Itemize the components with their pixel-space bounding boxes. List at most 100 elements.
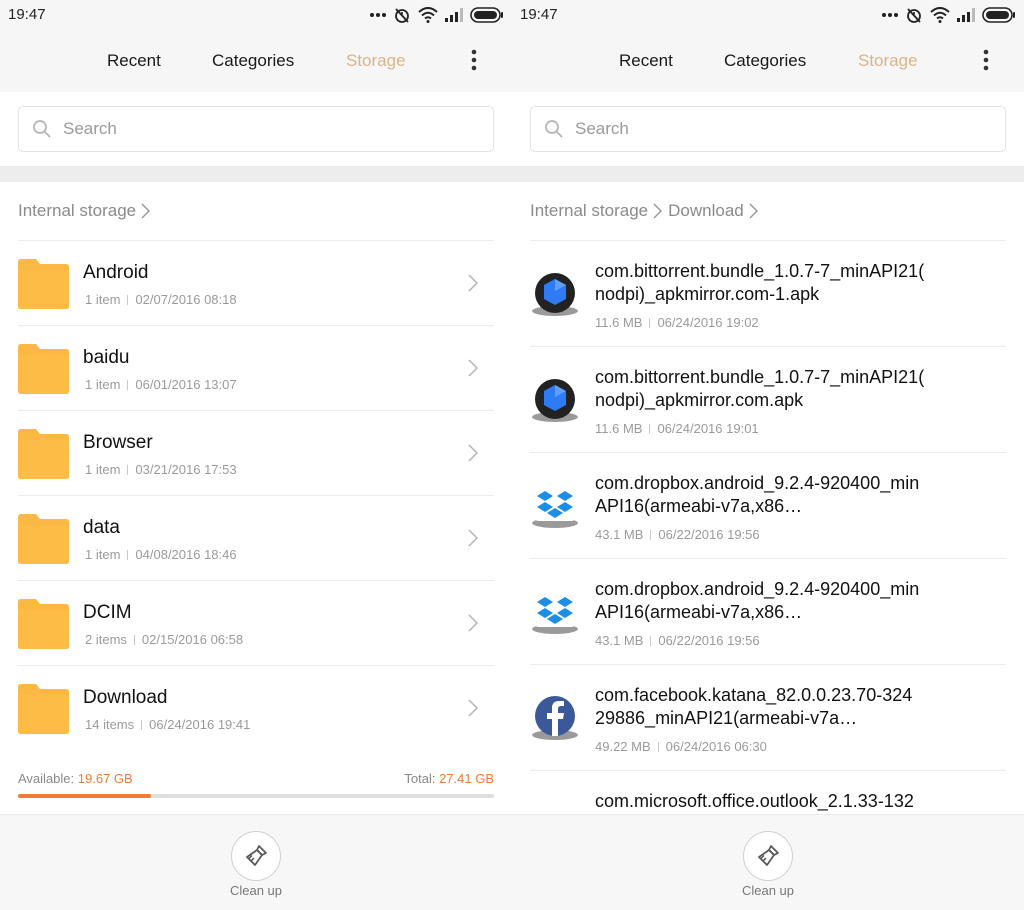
folder-name: Browser [83, 432, 153, 453]
status-time: 19:47 [520, 6, 558, 23]
file-date: 06/22/2016 19:56 [658, 633, 760, 648]
broom-icon [758, 845, 779, 866]
chevron-right-icon [468, 699, 478, 717]
folder-row-browser[interactable]: Browser 1 item 03/21/2016 17:53 [18, 411, 494, 496]
file-meta: 11.6 MB 06/24/2016 19:02 [595, 315, 759, 330]
search-input[interactable] [575, 107, 995, 151]
breadcrumb-download[interactable]: Download [668, 201, 744, 221]
folder-icon [18, 599, 69, 649]
file-name: com.dropbox.android_9.2.4-920400_min API… [595, 579, 920, 622]
file-name: com.facebook.katana_82.0.0.23.70-324 298… [595, 685, 913, 728]
file-name: com.bittorrent.bundle_1.0.7-7_minAPI21( … [595, 367, 925, 410]
facebook-icon [532, 696, 578, 740]
folder-date: 04/08/2016 18:46 [135, 547, 237, 562]
file-size: 49.22 MB [595, 739, 651, 754]
search-icon [33, 120, 51, 138]
chevron-right-icon [653, 203, 663, 219]
file-row[interactable]: com.bittorrent.bundle_1.0.7-7_minAPI21( … [530, 347, 1006, 453]
folder-icon [18, 684, 69, 734]
folder-name: Download [83, 687, 168, 708]
header: 19:47 Recent Categories Storage [0, 0, 512, 92]
tab-storage[interactable]: Storage [346, 51, 406, 71]
file-size: 43.1 MB [595, 527, 644, 542]
available-value: 19.67 GB [77, 771, 133, 786]
folder-list: Android 1 item 02/07/2016 08:18 baidu 1 i… [18, 240, 494, 751]
storage-summary: Available: 19.67 GB Total: 27.41 GB [0, 750, 512, 814]
available-label: Available: [18, 771, 75, 786]
breadcrumb: Internal storage Download [530, 200, 764, 222]
cleanup-label: Clean up [229, 883, 283, 898]
folder-row-data[interactable]: data 1 item 04/08/2016 18:46 [18, 496, 494, 581]
more-vertical-icon [471, 49, 477, 71]
chevron-right-icon [468, 614, 478, 632]
breadcrumb: Internal storage [18, 200, 156, 222]
folder-row-android[interactable]: Android 1 item 02/07/2016 08:18 [18, 241, 494, 326]
folder-row-dcim[interactable]: DCIM 2 items 02/15/2016 06:58 [18, 581, 494, 666]
folder-date: 06/01/2016 13:07 [135, 377, 237, 392]
folder-icon [18, 514, 69, 564]
status-time: 19:47 [8, 6, 46, 23]
more-dots-icon [370, 13, 386, 17]
breadcrumb-internal-storage[interactable]: Internal storage [530, 201, 648, 221]
folder-date: 02/15/2016 06:58 [141, 632, 244, 647]
chevron-right-icon [141, 203, 151, 219]
file-date: 06/22/2016 19:56 [658, 527, 760, 542]
footer: Clean up [0, 814, 512, 910]
folder-row-baidu[interactable]: baidu 1 item 06/01/2016 13:07 [18, 326, 494, 411]
file-row[interactable]: com.facebook.katana_82.0.0.23.70-324 298… [530, 665, 1006, 771]
battery-icon [982, 7, 1015, 23]
search-box[interactable] [530, 106, 1006, 152]
folder-row-download[interactable]: Download 14 items 06/24/2016 19:41 [18, 666, 494, 751]
file-row[interactable]: com.bittorrent.bundle_1.0.7-7_minAPI21( … [530, 241, 1006, 347]
tab-categories[interactable]: Categories [724, 51, 806, 71]
folder-meta: 14 items 06/24/2016 19:41 [85, 717, 250, 732]
download-folder-screen: 19:47 Recent Categories Storage Internal… [512, 0, 1024, 910]
cleanup-button[interactable] [743, 831, 793, 881]
file-row[interactable]: com.dropbox.android_9.2.4-920400_min API… [530, 559, 1006, 665]
folder-meta: 1 item 02/07/2016 08:18 [85, 292, 237, 307]
folder-meta: 1 item 04/08/2016 18:46 [85, 547, 237, 562]
file-row[interactable]: com.microsoft.office.outlook_2.1.33-132 [530, 771, 1006, 814]
search-input[interactable] [63, 107, 483, 151]
folder-date: 06/24/2016 19:41 [149, 717, 251, 732]
broom-icon [246, 845, 267, 866]
more-dots-icon [882, 13, 898, 17]
chevron-right-icon [749, 203, 758, 219]
breadcrumb-internal-storage[interactable]: Internal storage [18, 201, 136, 221]
cleanup-button[interactable] [231, 831, 281, 881]
bittorrent-icon [532, 379, 578, 422]
storage-usage-fill [18, 794, 152, 798]
file-size: 11.6 MB [595, 421, 643, 436]
tab-categories[interactable]: Categories [212, 51, 294, 71]
total-label: Total: [404, 771, 436, 786]
folder-item-count: 14 items [85, 717, 135, 732]
signal-icon [445, 8, 463, 22]
wifi-icon [930, 7, 950, 23]
folder-item-count: 1 item [85, 292, 121, 307]
section-divider [0, 166, 512, 182]
total-value: 27.41 GB [439, 771, 494, 786]
total-storage: Total: 27.41 GB [404, 771, 494, 786]
storage-usage-bar [18, 794, 494, 798]
wifi-icon [418, 7, 438, 23]
chevron-right-icon [468, 274, 478, 292]
tab-recent[interactable]: Recent [619, 51, 673, 71]
tab-recent[interactable]: Recent [107, 51, 161, 71]
file-row[interactable]: com.dropbox.android_9.2.4-920400_min API… [530, 453, 1006, 559]
more-vertical-icon [983, 49, 989, 71]
dropbox-icon [532, 593, 578, 634]
file-date: 06/24/2016 19:02 [657, 315, 759, 330]
section-divider [512, 166, 1024, 182]
overflow-menu-button[interactable] [464, 46, 484, 74]
tab-storage[interactable]: Storage [858, 51, 918, 71]
dropbox-icon [532, 487, 578, 528]
status-icons [370, 5, 504, 25]
file-date: 06/24/2016 19:01 [657, 421, 759, 436]
folder-icon [18, 344, 69, 394]
alarm-off-icon [395, 8, 409, 23]
file-size: 43.1 MB [595, 633, 644, 648]
battery-icon [470, 7, 503, 23]
search-box[interactable] [18, 106, 494, 152]
overflow-menu-button[interactable] [976, 46, 996, 74]
folder-item-count: 1 item [85, 377, 121, 392]
